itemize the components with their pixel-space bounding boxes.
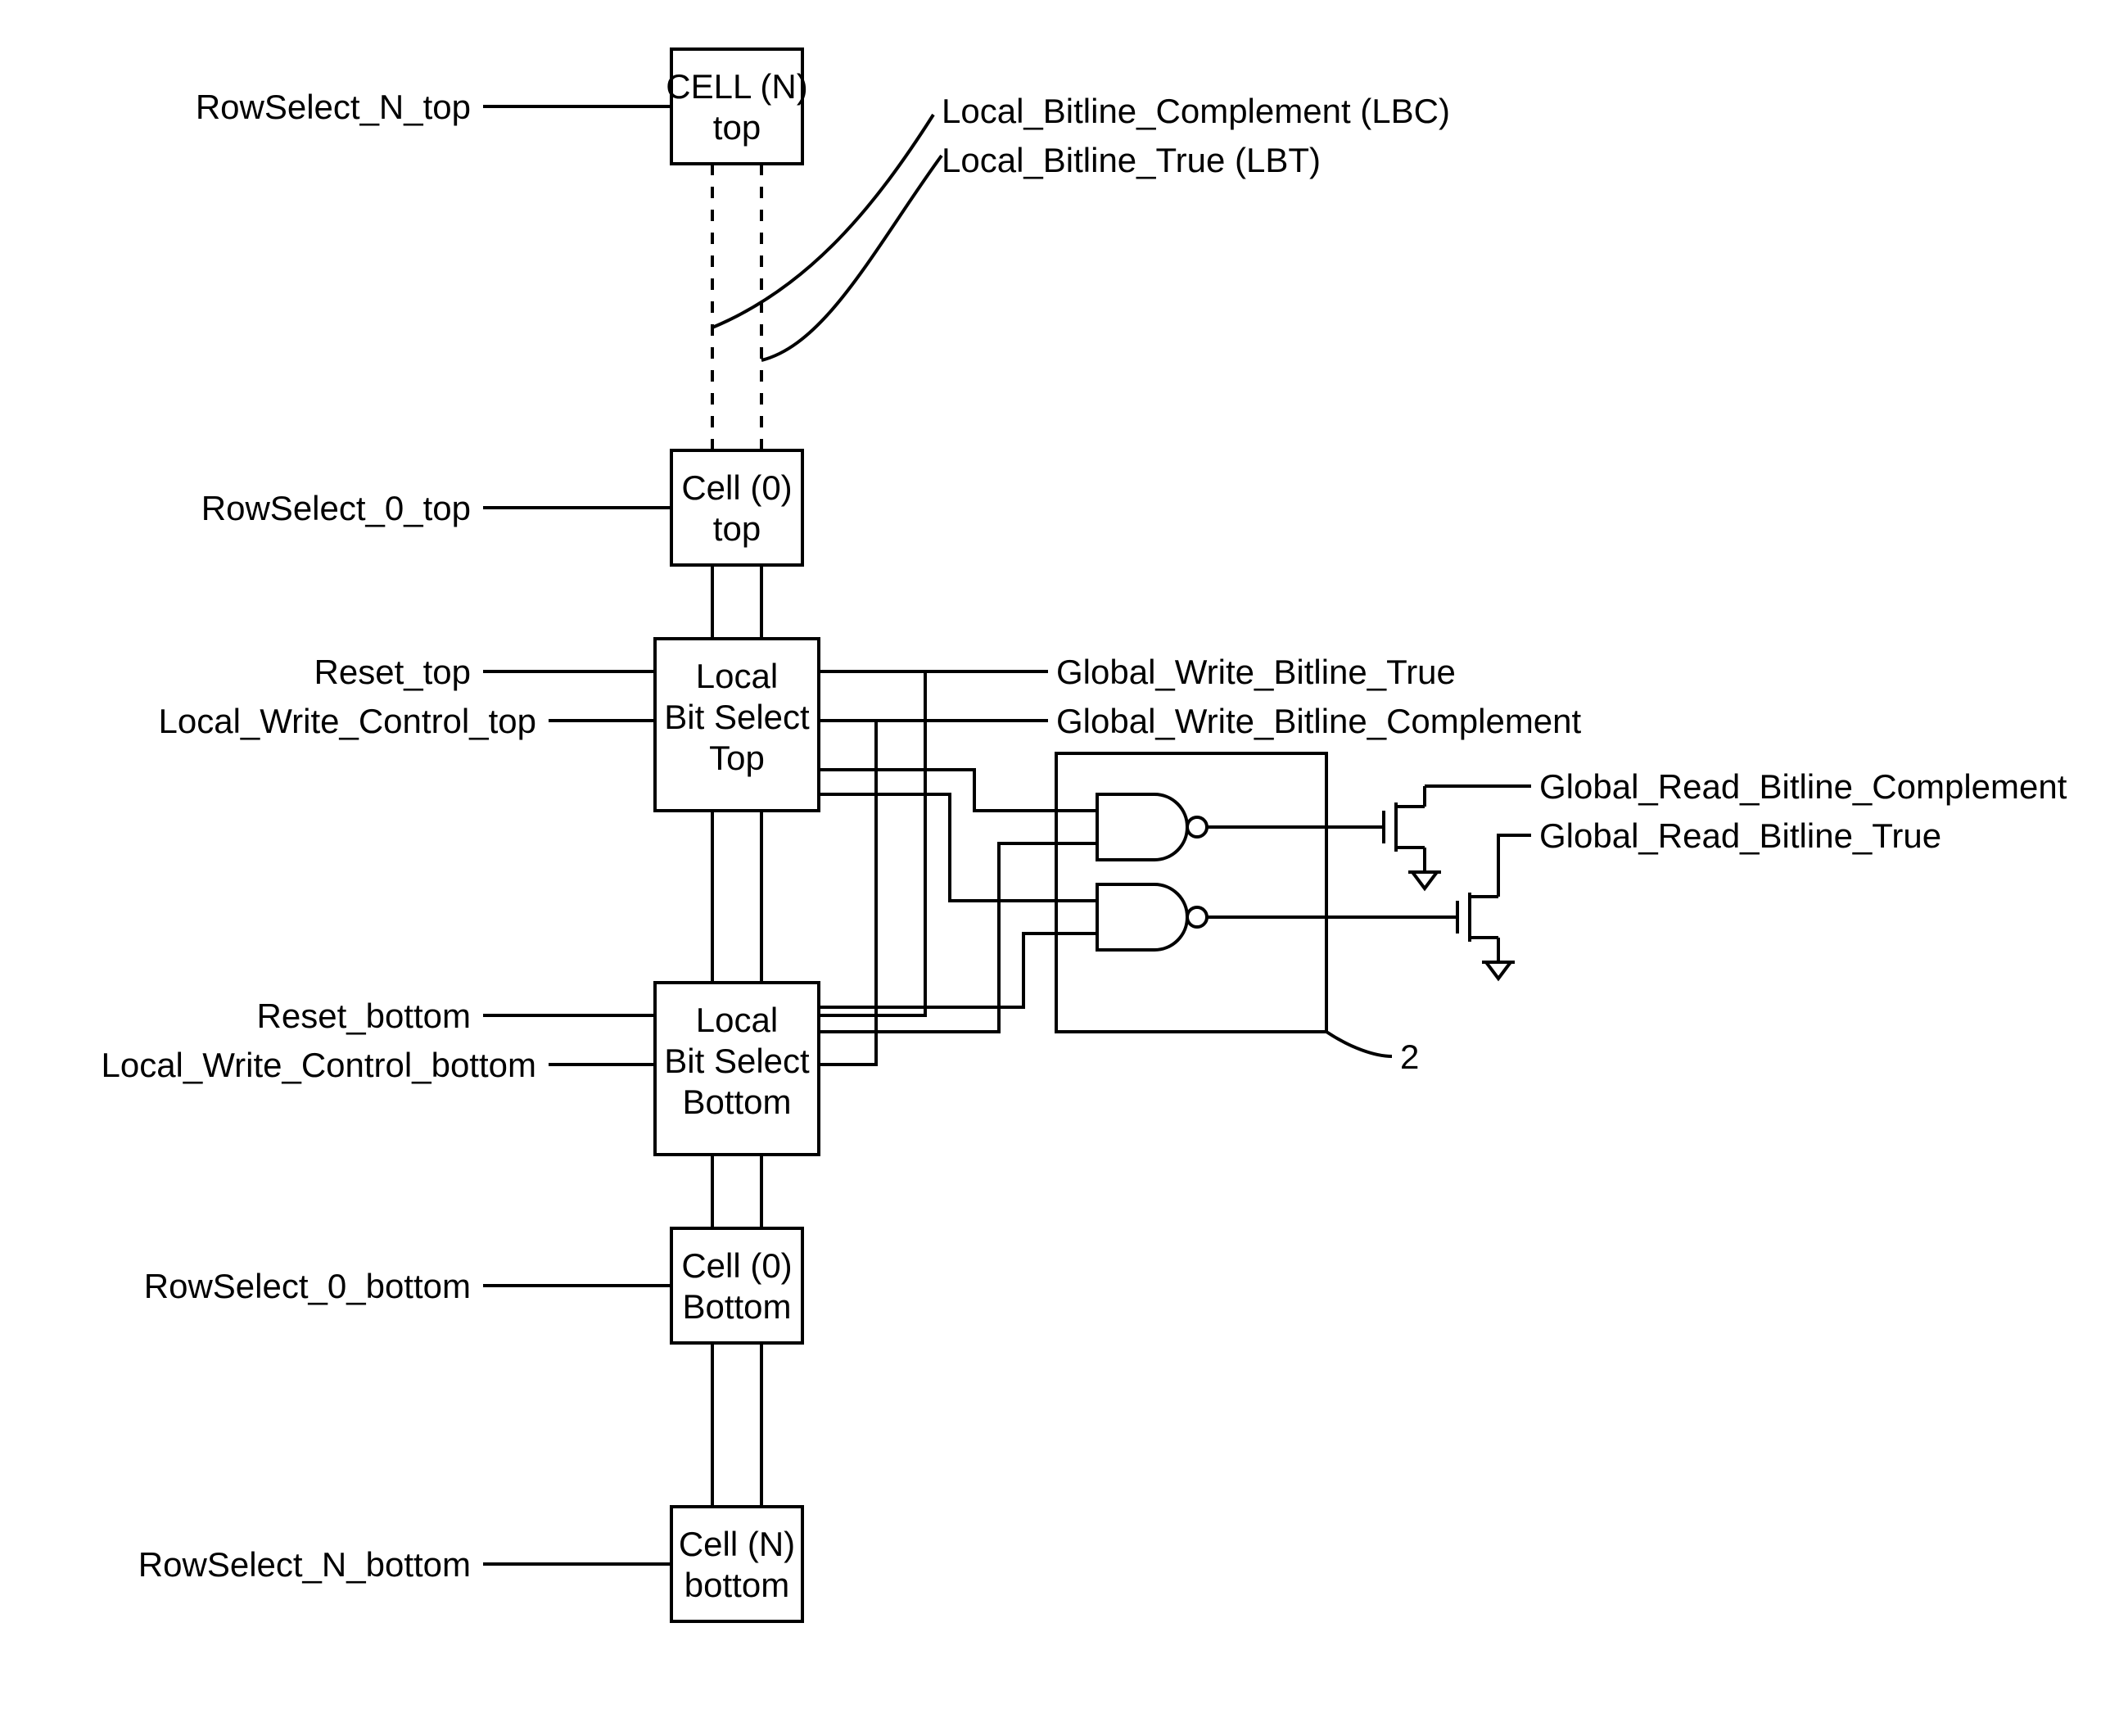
lbs-bot-l1: Local [696, 1001, 778, 1039]
label-reset-top: Reset_top [314, 653, 471, 691]
lbs-bot-l3: Bottom [682, 1083, 791, 1121]
block-cell-n-bottom [671, 1507, 802, 1621]
label-lbc: Local_Bitline_Complement (LBC) [942, 92, 1450, 130]
circuit-diagram: CELL (N) top Cell (0) top Local Bit Sele… [0, 0, 2128, 1736]
label-grbt: Global_Read_Bitline_True [1539, 816, 1941, 855]
label-grbc: Global_Read_Bitline_Complement [1539, 767, 2067, 806]
block-cell-0-bottom [671, 1228, 802, 1343]
label-lwc-top: Local_Write_Control_top [159, 702, 537, 740]
leader-ref2 [1326, 1032, 1392, 1056]
wire-gwbc-vert [819, 721, 876, 1065]
nmos-2 [1457, 876, 1515, 979]
label-gwbt: Global_Write_Bitline_True [1056, 653, 1456, 691]
label-rowsel-n-bottom: RowSelect_N_bottom [138, 1545, 471, 1584]
label-gwbc: Global_Write_Bitline_Complement [1056, 702, 1582, 740]
lbs-top-l3: Top [709, 739, 765, 777]
label-lbt: Local_Bitline_True (LBT) [942, 141, 1321, 179]
cell-n-top-l2: top [713, 108, 761, 147]
cell-0-bot-l2: Bottom [682, 1287, 791, 1326]
cell-n-top-l1: CELL (N) [666, 67, 807, 106]
leader-lbt [761, 156, 942, 360]
wire-gwbt-vert [819, 671, 925, 1015]
block-cell-0-top [671, 450, 802, 565]
label-rowsel-n-top: RowSelect_N_top [196, 88, 471, 126]
label-reset-bottom: Reset_bottom [257, 997, 471, 1035]
lbs-top-l1: Local [696, 657, 778, 695]
wire-grbt [1498, 835, 1531, 876]
cell-0-bot-l1: Cell (0) [681, 1246, 792, 1285]
label-rowsel-0-top: RowSelect_0_top [201, 489, 471, 527]
cell-n-bot-l1: Cell (N) [679, 1525, 795, 1563]
cell-n-bot-l2: bottom [684, 1566, 789, 1604]
label-lwc-bottom: Local_Write_Control_bottom [101, 1046, 536, 1084]
nmos-1 [1384, 786, 1441, 888]
label-rowsel-0-bottom: RowSelect_0_bottom [144, 1267, 471, 1305]
lbs-bot-l2: Bit Select [664, 1042, 810, 1080]
label-ref2: 2 [1400, 1038, 1419, 1076]
cell-0-top-l1: Cell (0) [681, 468, 792, 507]
block-cell-n-top [671, 49, 802, 164]
lbs-top-l2: Bit Select [664, 698, 810, 736]
cell-0-top-l2: top [713, 509, 761, 548]
